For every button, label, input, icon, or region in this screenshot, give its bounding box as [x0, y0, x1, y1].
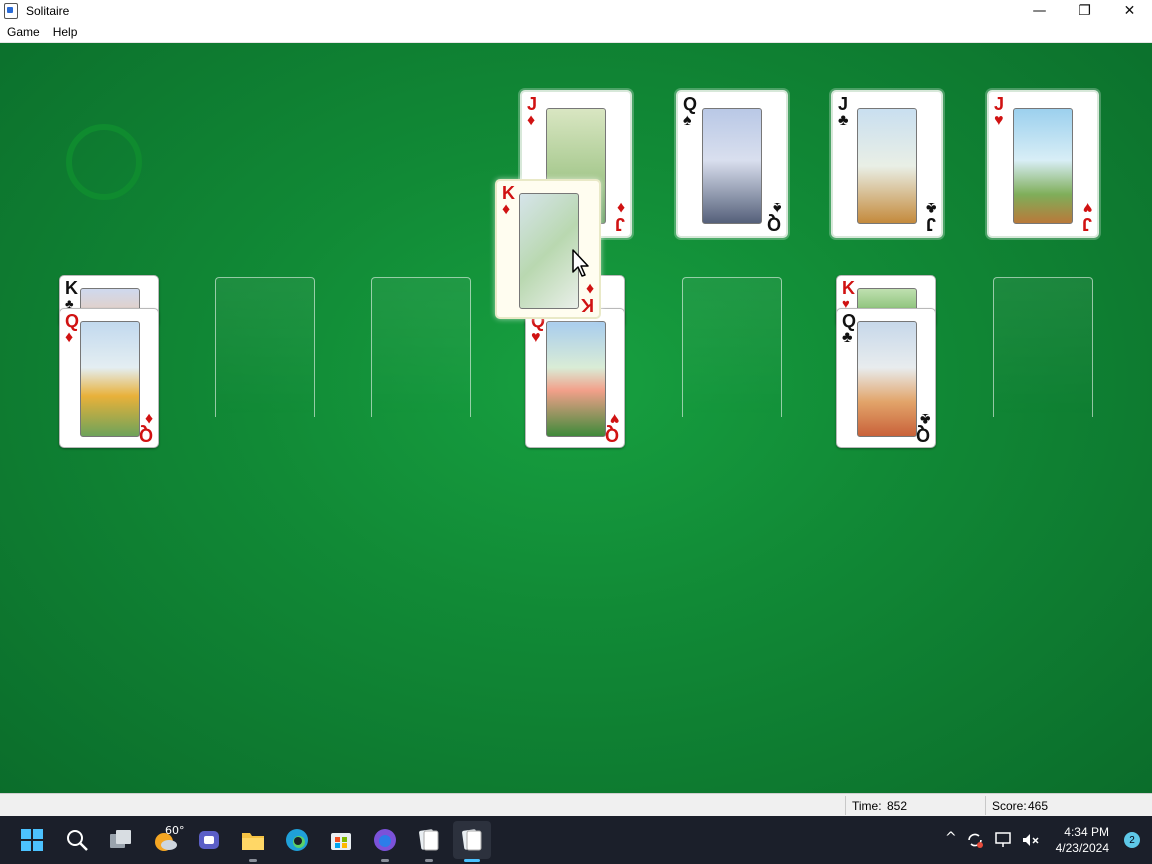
- card-rank: Q: [65, 311, 80, 331]
- firefox-icon[interactable]: [371, 826, 399, 854]
- tableau-1-card-face[interactable]: Q ♦ Q ♦: [59, 308, 159, 448]
- menu-bar: Game Help: [0, 22, 1152, 43]
- task-view-icon[interactable]: [107, 826, 135, 854]
- solitaire-icon[interactable]: [458, 826, 486, 854]
- tableau-7-empty[interactable]: [993, 277, 1093, 417]
- card-suit: ♦: [65, 329, 74, 346]
- tableau-3-empty[interactable]: [371, 277, 471, 417]
- card-rank-bottom: K: [581, 295, 594, 315]
- windows-start-icon[interactable]: [18, 826, 46, 854]
- title-bar: Solitaire — ❐ ✕: [0, 0, 1152, 22]
- file-explorer-icon[interactable]: [239, 826, 267, 854]
- edge-icon[interactable]: [283, 826, 311, 854]
- running-indicator: [249, 859, 257, 862]
- card-rank-bottom: Q: [604, 425, 619, 445]
- search-icon[interactable]: [63, 826, 91, 854]
- card-suit-bottom: ♣: [925, 199, 937, 216]
- active-indicator: [464, 859, 480, 862]
- status-divider: [985, 796, 986, 815]
- card-rank: K: [65, 278, 78, 298]
- tableau-2-empty[interactable]: [215, 277, 315, 417]
- card-suit-bottom: ♦: [616, 199, 625, 216]
- store-icon[interactable]: [327, 826, 355, 854]
- volume-muted-icon[interactable]: [1018, 826, 1042, 854]
- clock-date: 4/23/2024: [1055, 841, 1109, 855]
- foundation-4[interactable]: J ♥ J ♥: [987, 90, 1099, 238]
- card-suit: ♣: [842, 329, 853, 346]
- card-suit-bottom: ♥: [1082, 199, 1093, 216]
- notification-badge[interactable]: 2: [1124, 832, 1140, 848]
- card-art: [857, 321, 917, 437]
- card-rank: J: [838, 94, 849, 114]
- card-rank-bottom: Q: [766, 214, 781, 234]
- clock[interactable]: 4:34 PM 4/23/2024: [1056, 824, 1109, 856]
- card-suit-bottom: ♥: [609, 410, 620, 427]
- clock-time: 4:34 PM: [1064, 825, 1109, 839]
- card-rank: K: [502, 183, 515, 203]
- tableau-4-card-face[interactable]: Q ♥ Q ♥: [525, 308, 625, 448]
- maximize-button[interactable]: ❐: [1062, 0, 1107, 22]
- window-controls: — ❐ ✕: [1017, 0, 1152, 22]
- time-label: Time:: [852, 799, 882, 813]
- tableau-6-card-face[interactable]: Q ♣ Q ♣: [836, 308, 936, 448]
- menu-help[interactable]: Help: [53, 25, 78, 39]
- card-suit: ♣: [838, 112, 849, 129]
- time-value: 852: [887, 799, 908, 813]
- running-indicator: [425, 859, 433, 862]
- card-suit-bottom: ♠: [772, 199, 782, 216]
- minimize-button[interactable]: —: [1017, 0, 1062, 22]
- card-art: [1013, 108, 1073, 224]
- card-rank: Q: [842, 311, 857, 331]
- card-art: [519, 193, 579, 309]
- foundation-3[interactable]: J ♣ J ♣: [831, 90, 943, 238]
- card-rank: Q: [683, 94, 698, 114]
- solitaire-app-icon: [4, 3, 18, 19]
- card-suit-bottom: ♦: [585, 280, 594, 297]
- card-rank-bottom: J: [925, 214, 936, 234]
- card-suit-bottom: ♦: [144, 410, 153, 427]
- sync-icon[interactable]: [963, 826, 987, 854]
- card-suit: ♥: [994, 112, 1004, 129]
- tableau-5-empty[interactable]: [682, 277, 782, 417]
- card-rank-bottom: J: [1081, 214, 1092, 234]
- network-icon[interactable]: [992, 826, 1016, 854]
- chevron-up-icon[interactable]: ^: [945, 830, 957, 846]
- card-art: [857, 108, 917, 224]
- card-rank: J: [994, 94, 1005, 114]
- card-suit: ♦: [527, 112, 536, 129]
- score-label: Score:: [992, 799, 1027, 813]
- card-rank-bottom: J: [614, 214, 625, 234]
- weather-temperature: 60°: [165, 824, 185, 837]
- card-rank: J: [527, 94, 538, 114]
- card-rank-bottom: Q: [138, 425, 153, 445]
- teams-icon[interactable]: [195, 826, 223, 854]
- score-value: 465: [1028, 799, 1049, 813]
- mouse-cursor-icon: [572, 249, 589, 277]
- card-art: [80, 321, 140, 437]
- solitaire-icon[interactable]: [415, 826, 443, 854]
- stock-pile-empty[interactable]: [66, 124, 142, 200]
- window-title: Solitaire: [26, 4, 70, 18]
- status-bar: Time: 852 Score: 465: [0, 793, 1152, 817]
- card-suit: ♦: [502, 201, 511, 218]
- running-indicator: [381, 859, 389, 862]
- card-suit: ♠: [683, 112, 692, 129]
- card-art: [546, 321, 606, 437]
- card-art: [702, 108, 762, 224]
- foundation-2[interactable]: Q ♠ Q ♠: [676, 90, 788, 238]
- taskbar: 60° ^ 4:34 PM 4/23/2024 2: [0, 816, 1152, 864]
- card-rank: K: [842, 278, 855, 298]
- status-divider: [845, 796, 846, 815]
- close-button[interactable]: ✕: [1107, 0, 1152, 22]
- card-suit: ♥: [531, 329, 541, 346]
- card-rank-bottom: Q: [915, 425, 930, 445]
- menu-game[interactable]: Game: [7, 25, 40, 39]
- card-suit-bottom: ♣: [919, 410, 931, 427]
